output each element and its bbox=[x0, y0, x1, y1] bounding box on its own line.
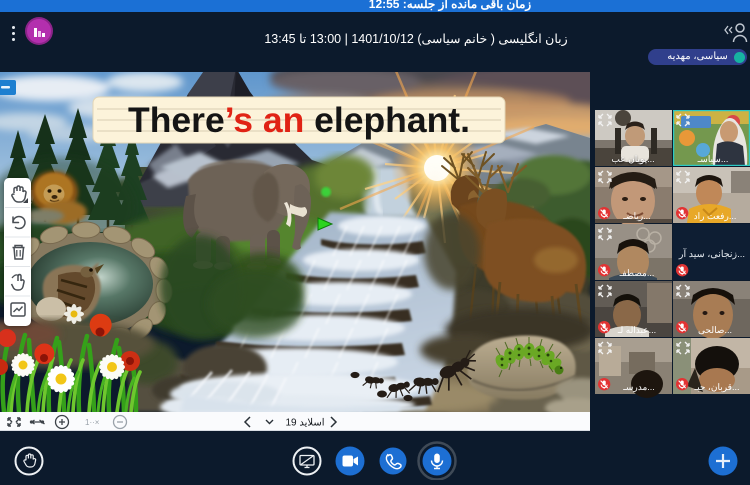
svg-text:پویان عب...: پویان عب... bbox=[611, 154, 654, 165]
svg-text:سیاسـ...: سیاسـ... bbox=[697, 154, 729, 164]
svg-text:صالحی...: صالحی... bbox=[698, 325, 732, 335]
svg-text:مصطفـ...: مصطفـ... bbox=[619, 268, 655, 278]
svg-text:ریاضـ...: ریاضـ... bbox=[622, 211, 650, 222]
svg-text:زنجانی، سید آر...: زنجانی، سید آر... bbox=[678, 247, 745, 260]
svg-text:رفعت راد...: رفعت راد... bbox=[694, 211, 737, 222]
svg-text:عبداله لـ...: عبداله لـ... bbox=[617, 325, 656, 335]
svg-text:1··×: 1··× bbox=[85, 418, 100, 427]
svg-text:اسلاید 19: اسلاید 19 bbox=[285, 418, 324, 429]
svg-text:There’s an elephant.: There’s an elephant. bbox=[128, 100, 470, 140]
svg-text:قربان، حبـ...: قربان، حبـ... bbox=[694, 382, 740, 393]
svg-text:مدرسـ...: مدرسـ... bbox=[622, 382, 655, 393]
